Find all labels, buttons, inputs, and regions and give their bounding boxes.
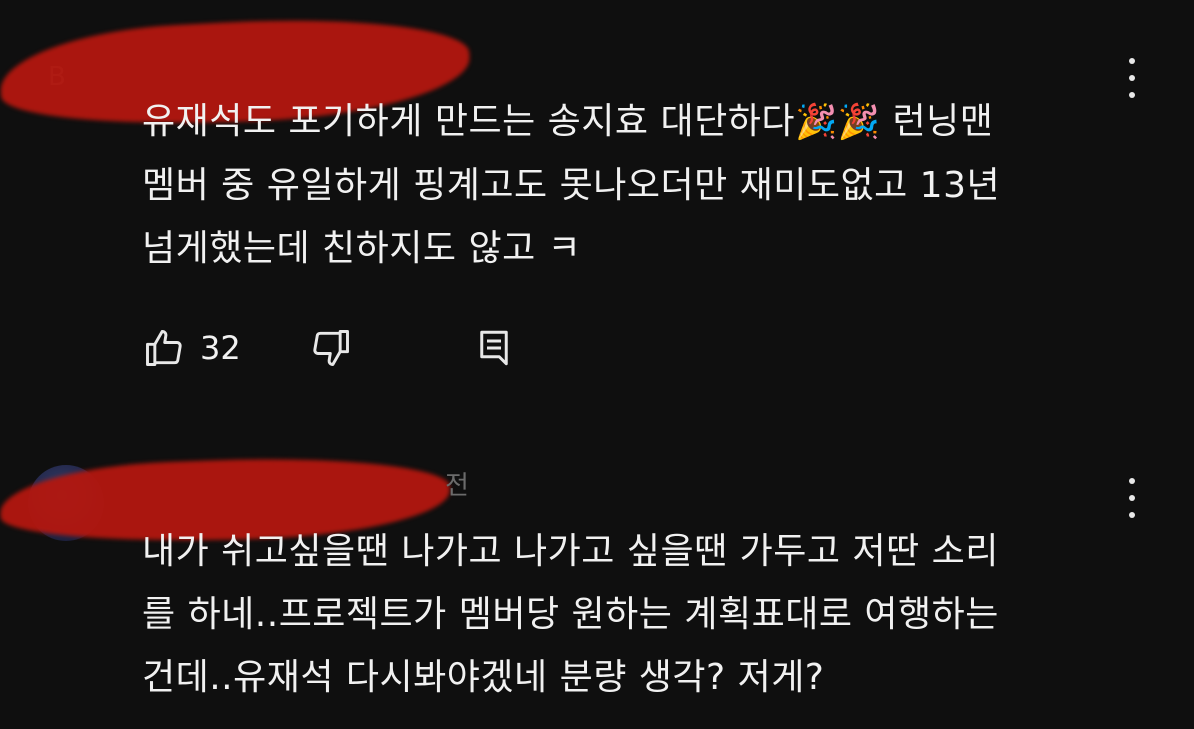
party-popper-icon: 🎉🎉 — [794, 102, 881, 142]
dislike-button[interactable] — [309, 323, 353, 373]
comment-text: 내가 쉬고싶을땐 나가고 나가고 싶을땐 가두고 저딴 소리 를 하네..프로젝… — [142, 520, 1142, 709]
comment-line: 건데..유재석 다시봐야겠네 분량 생각? 저게? — [142, 657, 825, 698]
like-button[interactable]: 32 — [142, 323, 241, 373]
thumbs-down-icon — [313, 330, 349, 366]
comment: B 유재석도 포기하게 만드는 송지효 대단하다🎉🎉 런닝맨 멤버 중 유일하게… — [0, 0, 1194, 400]
like-count: 32 — [200, 329, 241, 367]
comment-line: 내가 쉬고싶을땐 나가고 나가고 싶을땐 가두고 저딴 소리 — [142, 531, 999, 572]
comment-actions: 32 — [142, 323, 515, 373]
comment-text: 유재석도 포기하게 만드는 송지효 대단하다🎉🎉 런닝맨 멤버 중 유일하게 핑… — [142, 90, 1142, 280]
reply-button[interactable] — [473, 323, 515, 373]
comment-line: 넘게했는데 친하지도 않고 ㅋ — [142, 228, 582, 269]
reply-icon — [479, 330, 508, 366]
comment-line: 멤버 중 유일하게 핑계고도 못나오더만 재미도없고 13년 — [142, 165, 1001, 206]
author-name[interactable]: 전 — [445, 465, 469, 502]
thumbs-up-icon — [146, 330, 182, 366]
more-vert-icon[interactable] — [1120, 478, 1144, 518]
comment-line: 유재석도 포기하게 만드는 송지효 대단하다🎉🎉 런닝맨 — [142, 101, 994, 142]
comment: 전 내가 쉬고싶을땐 나가고 나가고 싶을땐 가두고 저딴 소리 를 하네..프… — [0, 440, 1194, 729]
comment-line: 를 하네..프로젝트가 멤버당 원하는 계획표대로 여행하는 — [142, 594, 999, 635]
